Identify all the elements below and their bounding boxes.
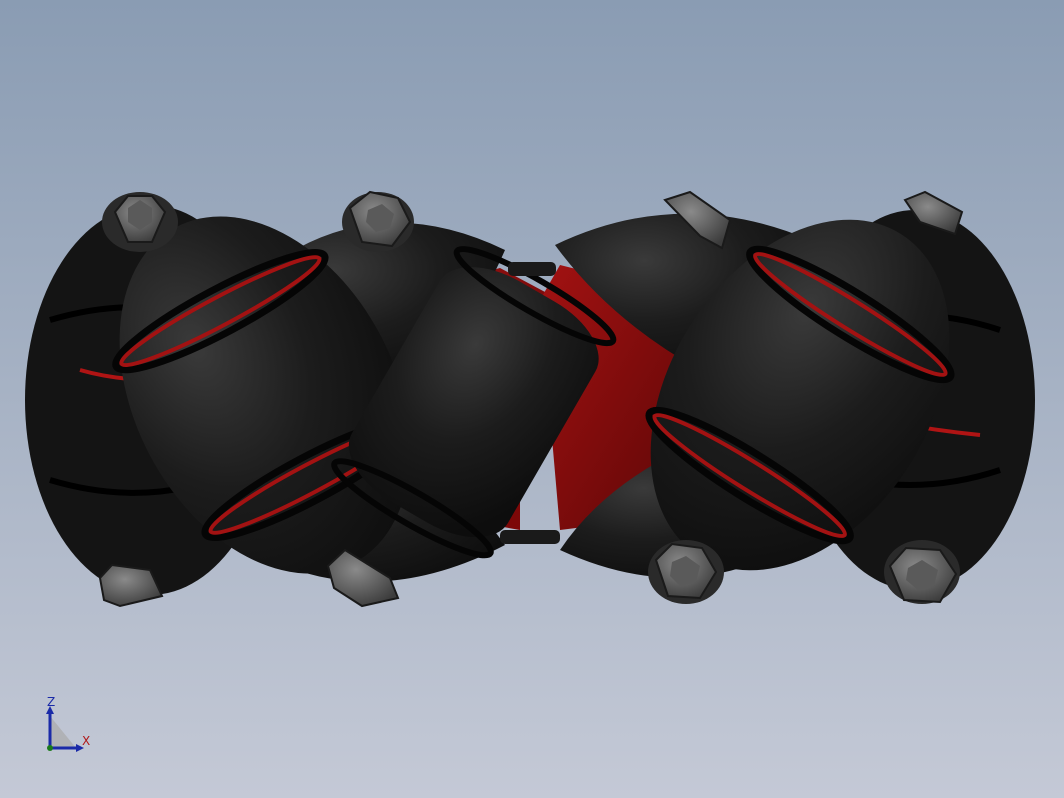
triad-x-label: X [82, 734, 91, 748]
bolt-top-center-left[interactable] [342, 190, 414, 252]
triad-z-label: Z [47, 695, 56, 709]
bolt-bottom-right[interactable] [884, 540, 960, 604]
bolt-bottom-center-right[interactable] [648, 540, 724, 604]
graphics-viewport[interactable]: Z X [0, 0, 1064, 798]
bolt-top-left[interactable] [102, 192, 178, 252]
coordinate-triad: Z X [38, 696, 98, 756]
wheel-model[interactable] [0, 0, 1064, 798]
